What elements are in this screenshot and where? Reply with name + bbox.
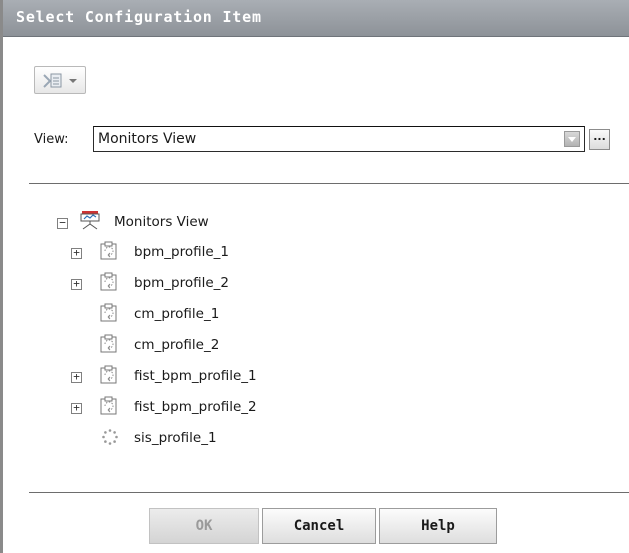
- view-label: View:: [34, 132, 69, 147]
- expand-icon[interactable]: +: [71, 402, 82, 414]
- select-configuration-item-dialog: Select Configuration Item View: Monitors…: [0, 0, 629, 553]
- view-select[interactable]: Monitors View: [93, 126, 585, 152]
- tree-node[interactable]: + fist_bpm_profile_2: [71, 395, 311, 419]
- profile-icon: [100, 396, 117, 415]
- cancel-button[interactable]: Cancel: [262, 508, 376, 544]
- monitors-view-icon: [80, 211, 100, 230]
- expand-icon[interactable]: +: [71, 278, 82, 290]
- tree-node[interactable]: + bpm_profile_1: [71, 240, 291, 264]
- tree-node-label: cm_profile_1: [134, 306, 220, 322]
- tree-node[interactable]: sis_profile_1: [71, 426, 291, 450]
- top-separator: [29, 183, 629, 184]
- dropdown-arrow-icon[interactable]: [564, 131, 580, 147]
- profile-icon: [100, 303, 117, 322]
- help-button[interactable]: Help: [379, 508, 497, 544]
- tree-node[interactable]: + fist_bpm_profile_1: [71, 364, 311, 388]
- tree-node-label: fist_bpm_profile_2: [134, 399, 257, 415]
- view-select-value: Monitors View: [98, 131, 197, 147]
- tree-node[interactable]: cm_profile_2: [71, 333, 291, 357]
- tree-node-label: cm_profile_2: [134, 337, 220, 353]
- ok-button[interactable]: OK: [149, 508, 259, 544]
- dialog-titlebar[interactable]: Select Configuration Item: [3, 0, 629, 37]
- tree-root-label: Monitors View: [114, 214, 209, 230]
- expand-icon[interactable]: +: [71, 247, 82, 259]
- tree-node-label: sis_profile_1: [134, 430, 217, 446]
- mapping-icon: [43, 73, 77, 88]
- sis-profile-icon: [102, 429, 118, 445]
- tree-node-label: bpm_profile_2: [134, 275, 230, 291]
- mapping-menu-button[interactable]: [34, 66, 86, 94]
- profile-icon: [100, 241, 117, 260]
- tree-node[interactable]: cm_profile_1: [71, 302, 291, 326]
- bottom-separator: [29, 492, 629, 493]
- browse-view-button[interactable]: ...: [589, 129, 610, 150]
- collapse-icon[interactable]: −: [57, 217, 68, 229]
- tree-root-node[interactable]: − Monitors View: [57, 211, 277, 235]
- tree-node-label: fist_bpm_profile_1: [134, 368, 257, 384]
- profile-icon: [100, 272, 117, 291]
- chevron-down-icon: [69, 79, 77, 83]
- expand-icon[interactable]: +: [71, 371, 82, 383]
- tree-node-label: bpm_profile_1: [134, 244, 230, 260]
- dialog-title: Select Configuration Item: [16, 8, 262, 26]
- tree-node[interactable]: + bpm_profile_2: [71, 271, 291, 295]
- profile-icon: [100, 334, 117, 353]
- profile-icon: [100, 365, 117, 384]
